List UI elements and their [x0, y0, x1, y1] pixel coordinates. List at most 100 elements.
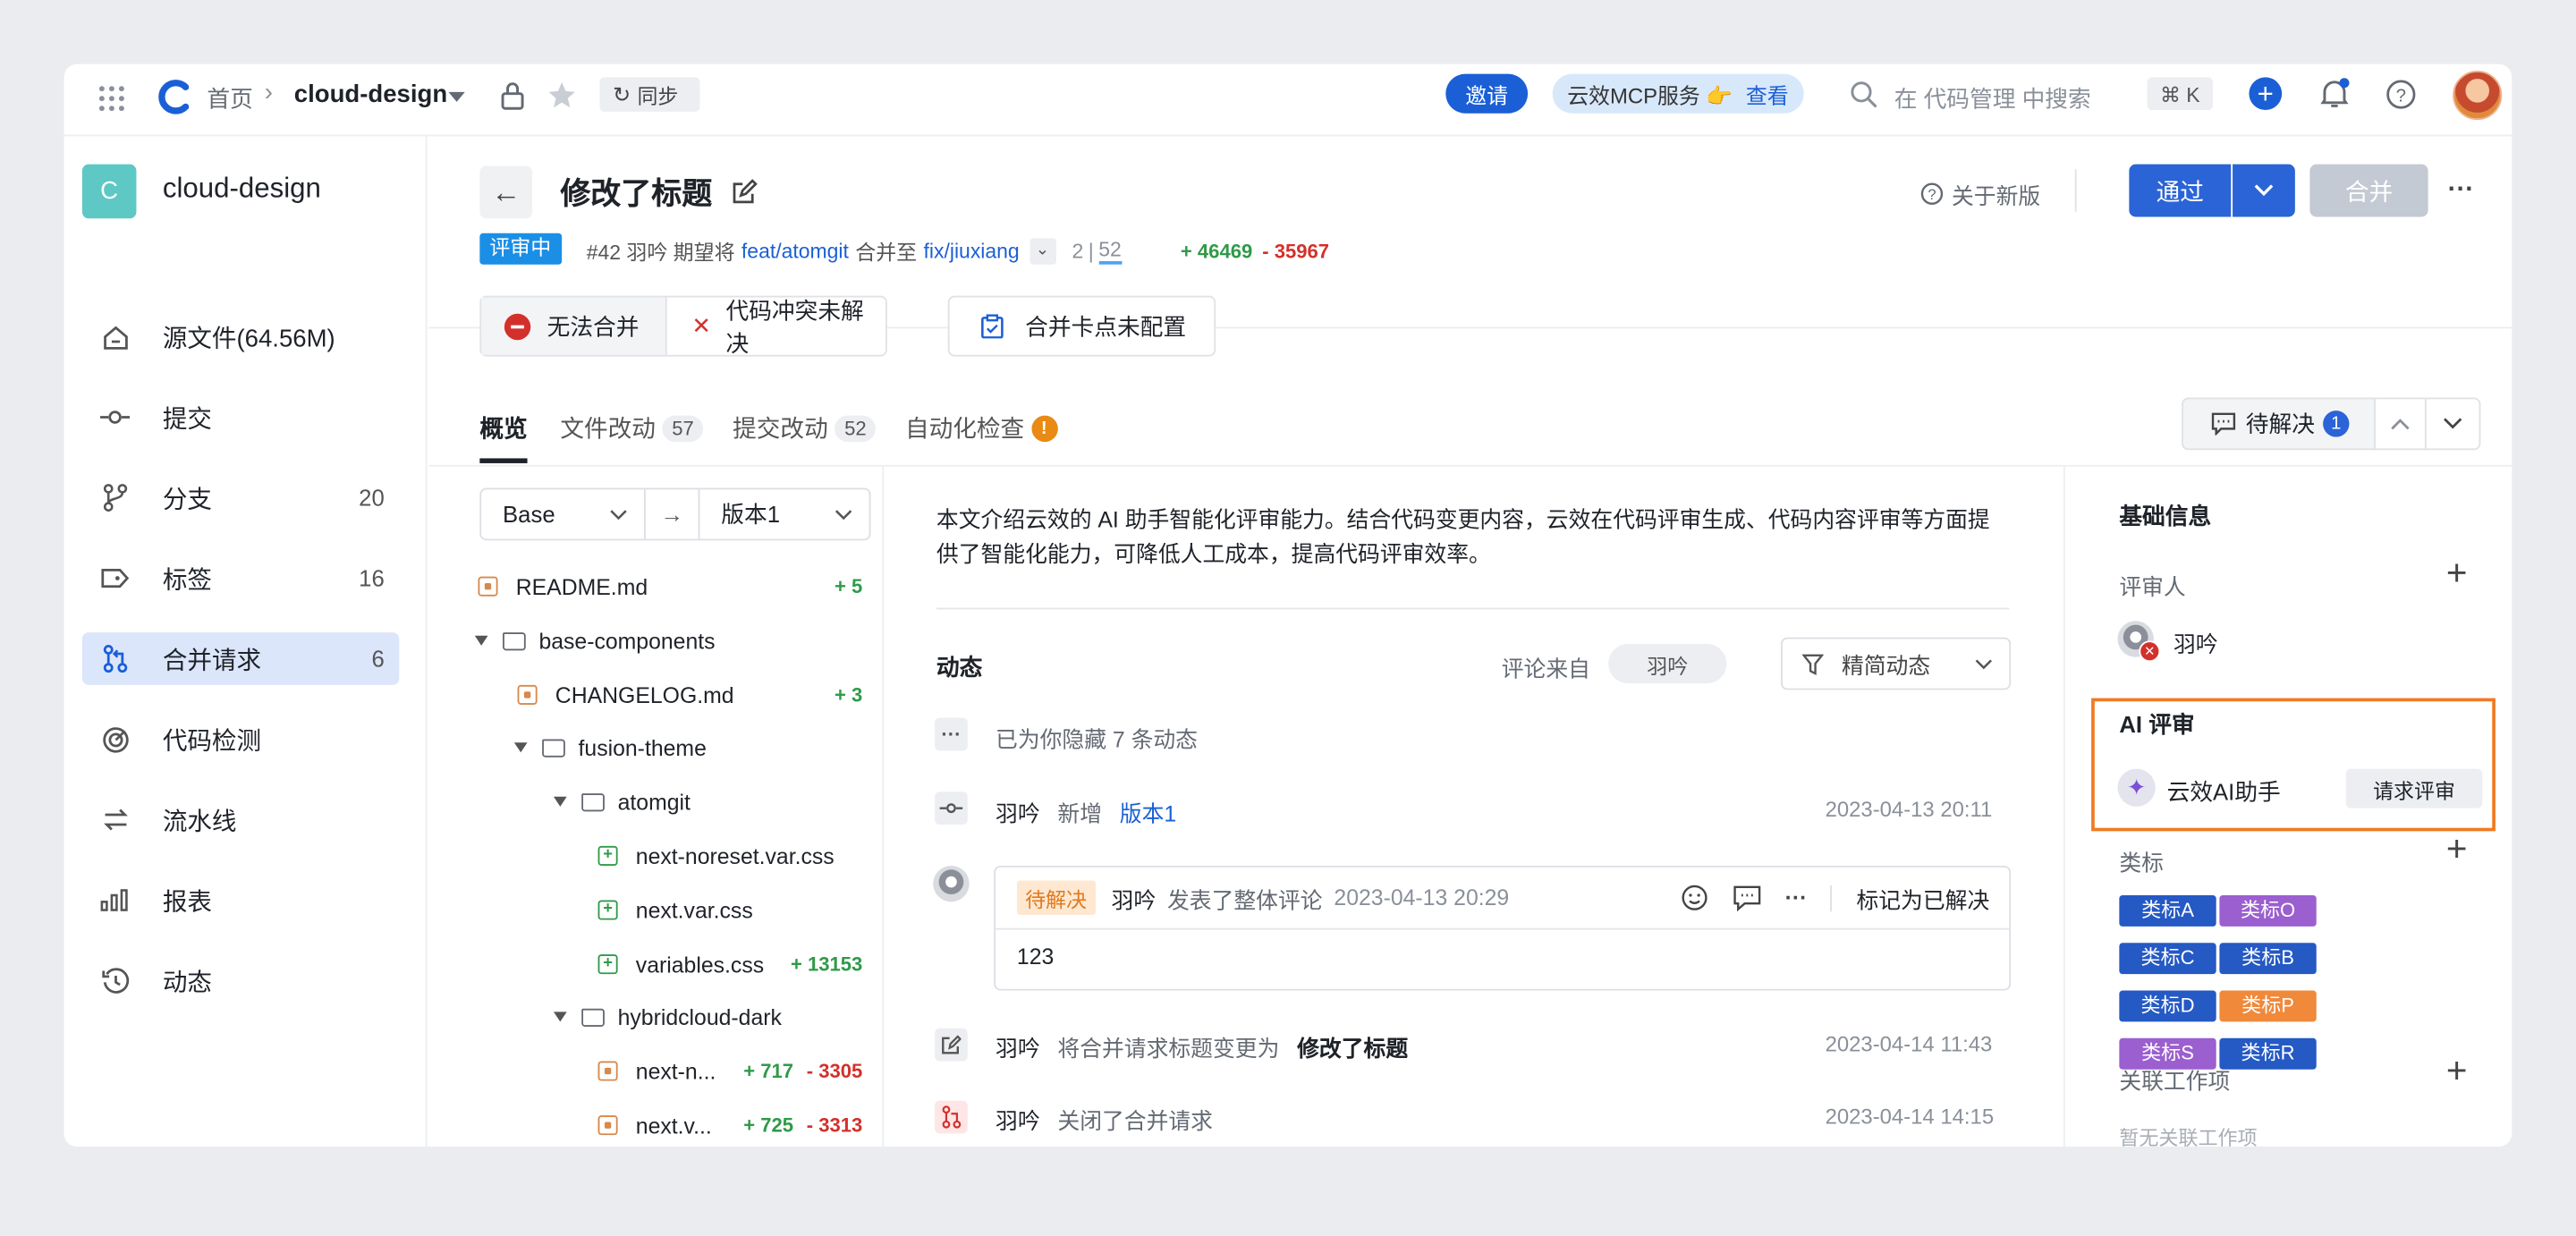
search-input[interactable]: 在 代码管理 中搜索: [1894, 82, 2091, 115]
event-user[interactable]: 羽吟: [996, 1109, 1040, 1134]
comment-user-filter[interactable]: 羽吟: [1608, 643, 1727, 684]
base-select-value: Base: [503, 501, 555, 528]
invite-button[interactable]: 邀请: [1445, 73, 1529, 114]
reply-icon[interactable]: [1733, 885, 1760, 911]
label-tag[interactable]: 类标D: [2119, 990, 2216, 1022]
expand-hidden-icon[interactable]: ···: [935, 717, 968, 751]
ai-assistant-name: 云效AI助手: [2166, 778, 2281, 805]
sidebar-item-label: 流水线: [162, 807, 237, 835]
request-ai-review-button[interactable]: 请求评审: [2345, 768, 2483, 808]
event-target-link[interactable]: 版本1: [1120, 801, 1176, 826]
sidebar-repo-name[interactable]: cloud-design: [163, 173, 321, 206]
label-tag[interactable]: 类标C: [2119, 943, 2216, 975]
base-select[interactable]: Base: [481, 489, 646, 539]
top-bar: 首页 › cloud-design ↻ 同步 邀请 云效MCP服务 👉 查看 在…: [64, 64, 2512, 137]
target-select[interactable]: 版本1: [699, 489, 869, 538]
more-icon[interactable]: ···: [2445, 169, 2478, 212]
file-tree-row[interactable]: README.md + 5: [478, 567, 862, 606]
user-avatar[interactable]: [2453, 70, 2503, 121]
app-grid-icon[interactable]: [97, 84, 126, 114]
arrow-left-icon: ←: [491, 174, 521, 208]
back-button[interactable]: ←: [479, 165, 533, 219]
file-tree-row[interactable]: + variables.css + 13153: [597, 944, 862, 984]
repo-dropdown-icon[interactable]: [448, 91, 465, 102]
sidebar-item-files[interactable]: 源文件(64.56M): [82, 310, 399, 363]
label-tag[interactable]: 类标P: [2219, 990, 2317, 1022]
file-tree-row[interactable]: + next-noreset.var.css: [597, 836, 863, 876]
event-user[interactable]: 羽吟: [996, 801, 1040, 826]
star-icon[interactable]: [547, 80, 577, 110]
sync-button[interactable]: ↻ 同步: [599, 77, 700, 112]
file-tree-row[interactable]: base-components: [474, 621, 862, 660]
sidebar-item-commits[interactable]: 提交: [82, 391, 399, 444]
breadcrumb-repo[interactable]: cloud-design: [294, 80, 447, 108]
sidebar-item-code-scan[interactable]: 代码检测: [82, 713, 399, 766]
help-icon[interactable]: ?: [2385, 79, 2417, 110]
file-tree-row[interactable]: CHANGELOG.md + 3: [517, 675, 862, 715]
mcp-view-link[interactable]: 查看: [1746, 78, 1789, 109]
emoji-icon[interactable]: [1680, 884, 1707, 911]
pending-button[interactable]: 待解决 1: [2182, 397, 2376, 451]
lock-icon[interactable]: [499, 80, 525, 110]
search-icon: [1851, 81, 1877, 108]
label-tag[interactable]: 类标B: [2219, 943, 2317, 975]
comment-header: 待解决 羽吟 发表了整体评论 2023-04-13 20:29 ··· 标记为已…: [996, 868, 2010, 930]
sidebar-item-reports[interactable]: 报表: [82, 874, 399, 927]
file-added-icon: +: [597, 954, 618, 975]
sidebar-item-merge-requests[interactable]: 合并请求 6: [81, 632, 400, 685]
merge-status-box: 无法合并 ✕ 代码冲突未解决: [479, 295, 887, 357]
about-new-link[interactable]: ? 关于新版: [1920, 177, 2040, 210]
tab-overview[interactable]: 概览: [479, 411, 527, 445]
activity-filter-select[interactable]: 精简动态: [1780, 637, 2012, 690]
add-reviewer-icon[interactable]: +: [2446, 555, 2468, 591]
sidebar-item-pipeline[interactable]: 流水线: [82, 793, 399, 846]
file-tree-row[interactable]: hybridcloud-dark: [553, 997, 862, 1037]
mark-resolved-button[interactable]: 标记为已解决: [1856, 881, 1989, 914]
comment-user[interactable]: 羽吟: [1112, 881, 1157, 914]
label-tag[interactable]: 类标A: [2119, 895, 2216, 927]
labels-title: 类标: [2119, 851, 2164, 876]
edit-icon[interactable]: [731, 179, 758, 205]
mcp-banner[interactable]: 云效MCP服务 👉 查看: [1552, 73, 1804, 114]
source-branch-link[interactable]: feat/atomgit: [741, 239, 849, 262]
add-workitem-icon[interactable]: +: [2446, 1052, 2468, 1088]
chart-icon: [100, 889, 128, 911]
approve-button[interactable]: 通过: [2129, 164, 2232, 217]
sidebar-item-tags[interactable]: 标签 16: [82, 552, 399, 605]
comment-more-icon[interactable]: ···: [1785, 885, 1808, 910]
file-tree-row[interactable]: atomgit: [553, 782, 862, 821]
mr-count-a: 2: [1072, 239, 1084, 262]
label-tag[interactable]: 类标R: [2219, 1037, 2317, 1070]
file-tree-row[interactable]: next.v... + 725 - 3313: [597, 1105, 862, 1145]
sidebar-item-label: 动态: [162, 968, 212, 996]
target-branch-link[interactable]: fix/jiuxiang: [924, 239, 1020, 262]
create-plus-icon[interactable]: +: [2249, 77, 2283, 111]
branch-expand-icon[interactable]: ⌄: [1029, 237, 1056, 264]
approve-dropdown-button[interactable]: [2233, 164, 2295, 217]
checkpoint-box[interactable]: 合并卡点未配置: [947, 295, 1216, 357]
label-tag[interactable]: 类标O: [2219, 895, 2317, 927]
file-tree-row[interactable]: next-n... + 717 - 3305: [597, 1051, 862, 1090]
next-pending-button[interactable]: [2424, 397, 2481, 451]
filter-icon: [1801, 653, 1824, 674]
breadcrumb-home[interactable]: 首页: [207, 82, 252, 115]
tab-file-changes[interactable]: 文件改动 57: [560, 411, 704, 445]
labels-list: 类标A 类标O 类标C 类标B 类标D 类标P 类标S 类标R: [2119, 895, 2415, 1070]
bell-icon[interactable]: [2318, 77, 2351, 110]
reviewer-name[interactable]: 羽吟: [2174, 626, 2218, 659]
logo-icon[interactable]: [157, 79, 193, 114]
hidden-events-text[interactable]: 已为你隐藏 7 条动态: [996, 721, 1198, 754]
reviewers-label: 评审人: [2119, 574, 2186, 600]
sidebar-item-activity[interactable]: 动态: [82, 954, 399, 1007]
comment-avatar: [933, 865, 970, 902]
file-tree-row[interactable]: fusion-theme: [513, 728, 862, 767]
file-tree-row[interactable]: + next.var.css: [597, 890, 863, 929]
tab-auto-check[interactable]: 自动化检查 !: [905, 411, 1057, 445]
merge-button[interactable]: 合并: [2309, 164, 2428, 217]
sidebar-item-branches[interactable]: 分支 20: [82, 471, 399, 524]
file-name: next-noreset.var.css: [635, 843, 835, 868]
add-label-icon[interactable]: +: [2446, 830, 2468, 867]
tab-commit-changes[interactable]: 提交改动 52: [733, 411, 877, 445]
event-user[interactable]: 羽吟: [996, 1037, 1040, 1062]
prev-pending-button[interactable]: [2374, 397, 2427, 451]
